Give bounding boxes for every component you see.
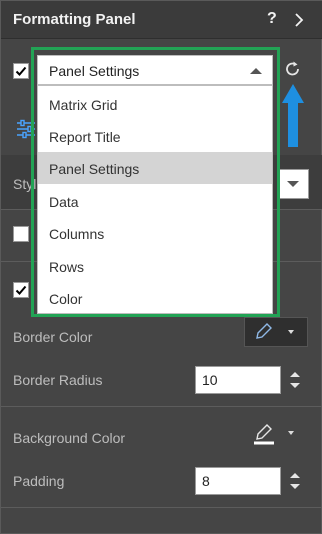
chevron-right-icon[interactable]	[291, 11, 307, 29]
blue-arrow-up-icon	[281, 83, 305, 149]
panel-title: Formatting Panel	[13, 11, 136, 28]
background-color-picker[interactable]	[244, 418, 308, 448]
border-radius-label: Border Radius	[13, 372, 103, 388]
help-icon[interactable]: ?	[267, 10, 277, 28]
option-checkbox[interactable]	[13, 226, 29, 242]
formatting-panel: Formatting Panel ? Styl Border Color Bor…	[0, 0, 322, 534]
enable-checkbox[interactable]	[13, 63, 29, 79]
reset-icon[interactable]	[283, 59, 303, 79]
border-color-label: Border Color	[13, 329, 93, 345]
panel-title-bar: Formatting Panel ?	[1, 1, 322, 39]
padding-input[interactable]: 8	[195, 467, 281, 495]
border-color-picker[interactable]	[244, 317, 308, 347]
style-dropdown-button[interactable]	[277, 169, 309, 199]
border-checkbox[interactable]	[13, 282, 29, 298]
border-radius-stepper[interactable]	[286, 366, 304, 394]
divider	[1, 507, 322, 508]
padding-label: Padding	[13, 473, 65, 489]
divider	[1, 406, 322, 407]
highlight-frame	[31, 47, 280, 317]
border-radius-input[interactable]: 10	[195, 366, 281, 394]
padding-stepper[interactable]	[286, 467, 304, 495]
background-color-label: Background Color	[13, 430, 126, 446]
